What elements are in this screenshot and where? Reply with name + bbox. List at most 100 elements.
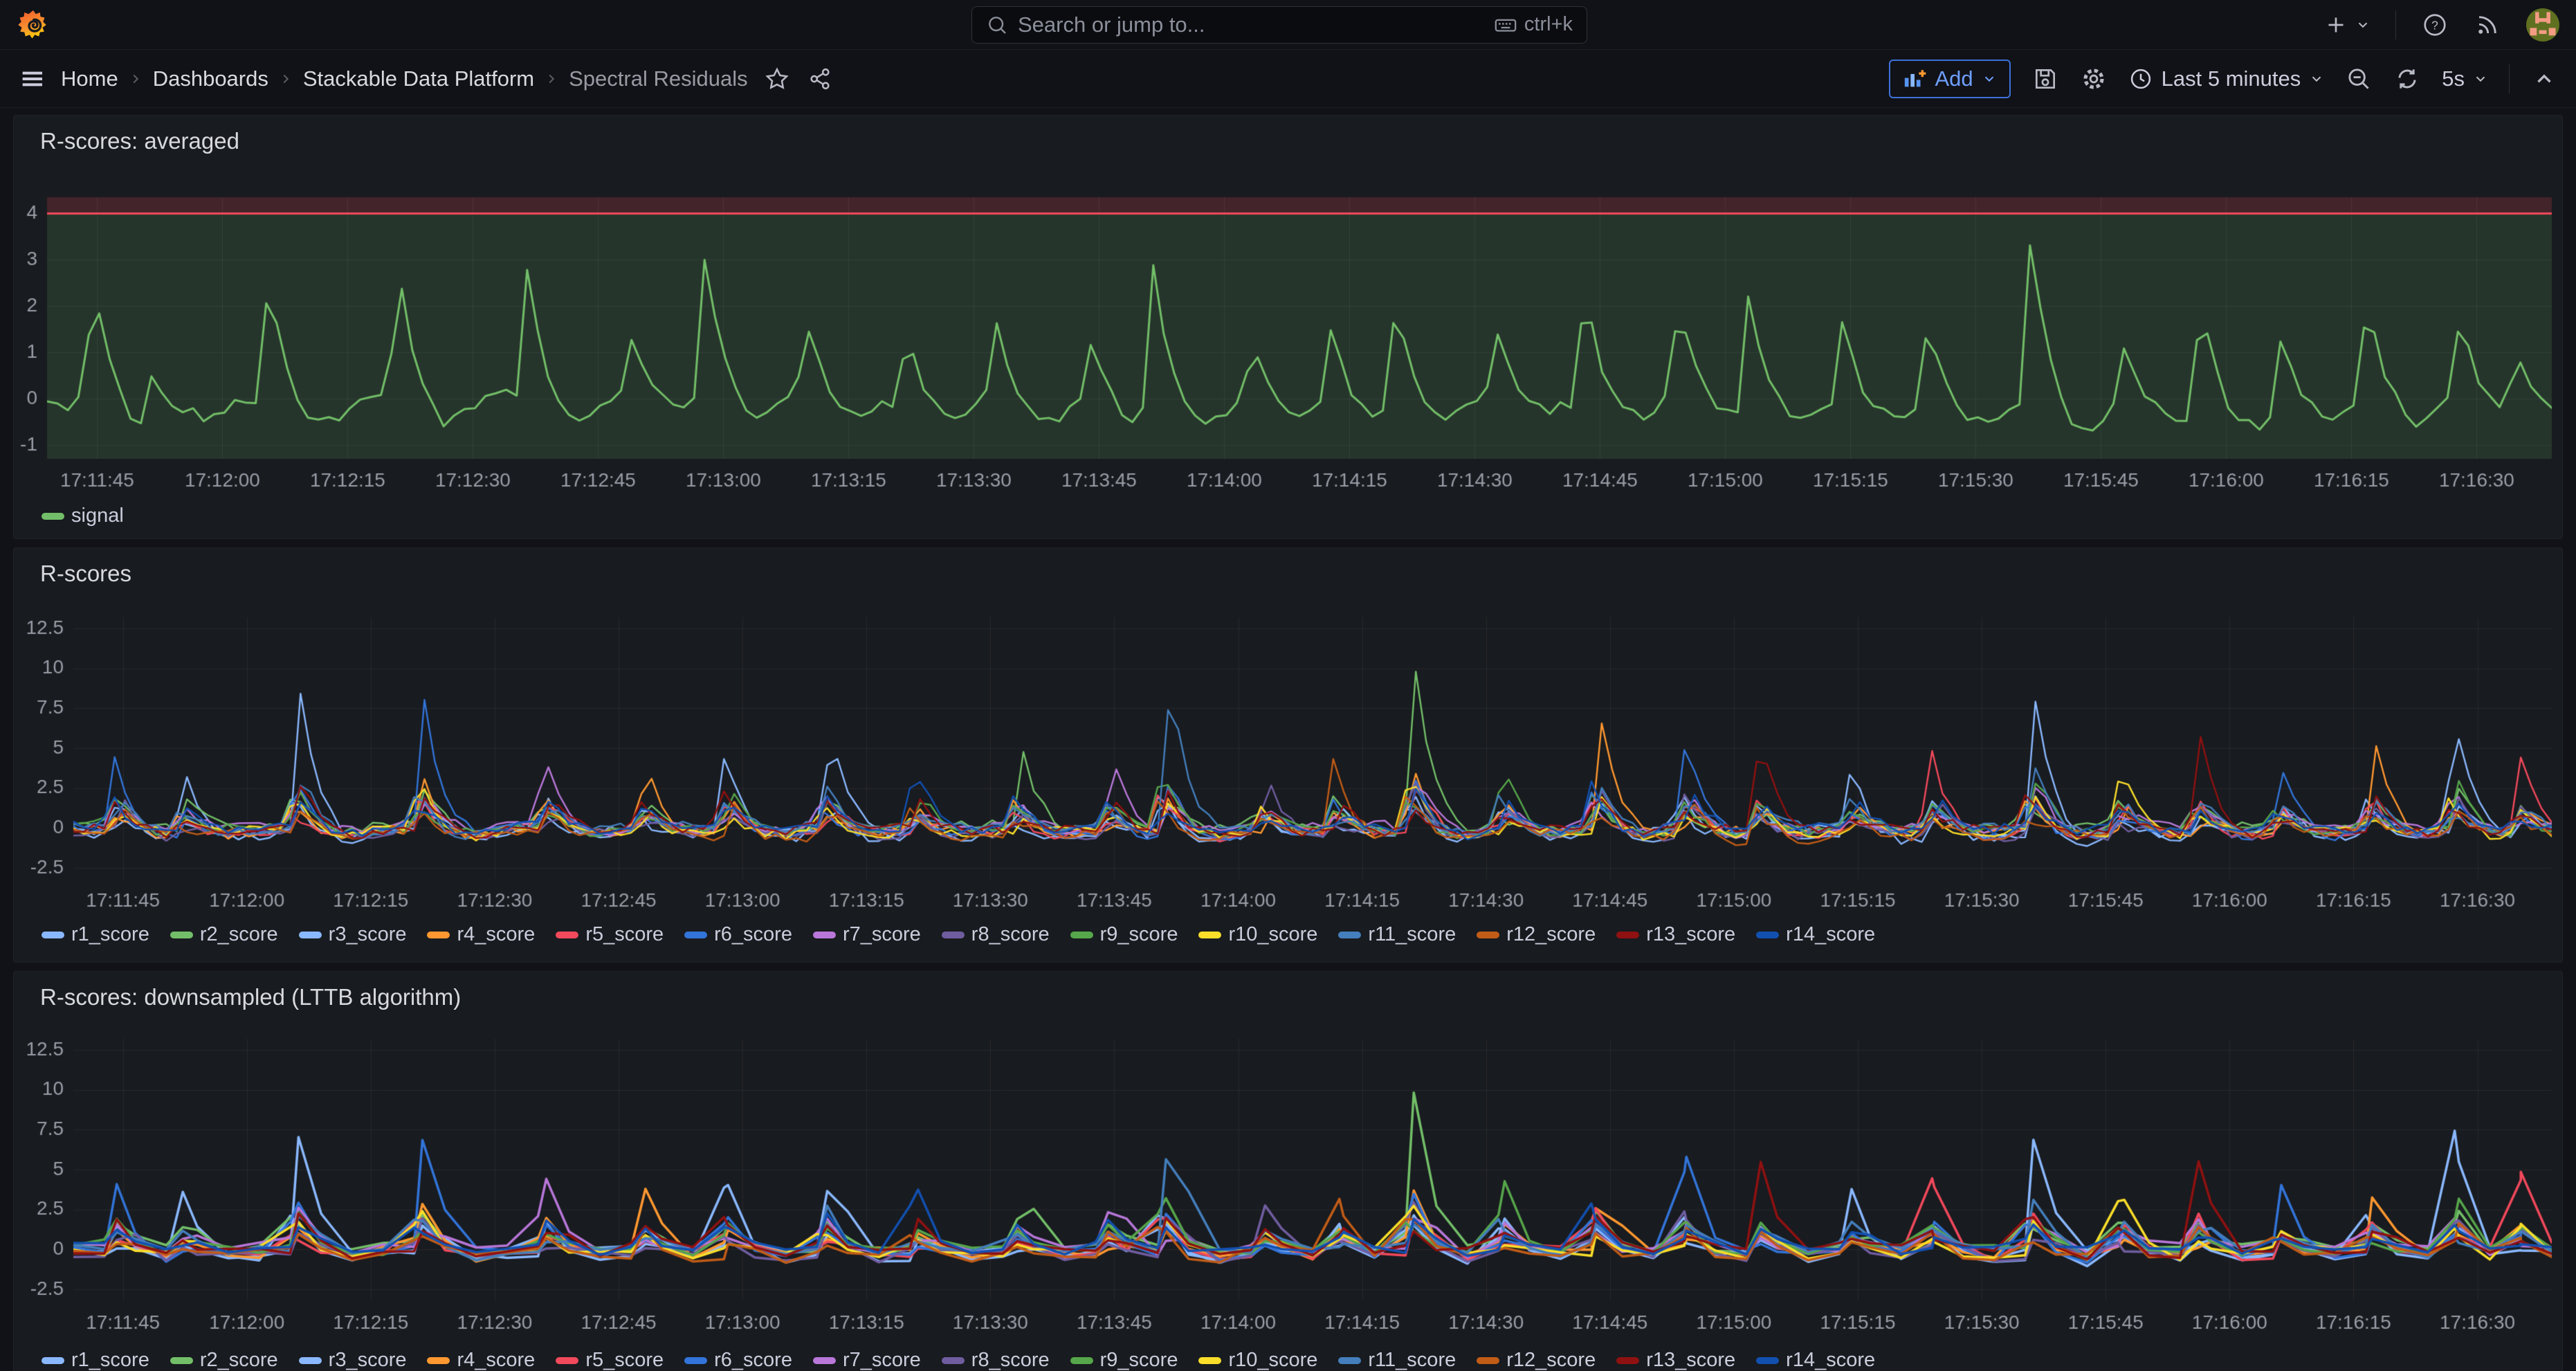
legend-item[interactable]: r14_score (1756, 1349, 1875, 1371)
legend-swatch (42, 513, 64, 520)
grafana-logo[interactable] (17, 8, 50, 42)
chart-canvas[interactable] (14, 972, 2562, 1371)
plus-icon (2322, 11, 2350, 39)
legend-item[interactable]: r9_score (1070, 923, 1178, 946)
chevron-right-icon (128, 71, 143, 87)
chevron-down-icon (2309, 71, 2324, 87)
chart-canvas[interactable] (14, 548, 2562, 963)
legend-label: r5_score (585, 1349, 664, 1371)
legend-item[interactable]: r1_score (42, 1349, 149, 1371)
time-range-picker[interactable]: Last 5 minutes (2128, 66, 2325, 91)
legend-swatch (299, 1357, 322, 1364)
search-placeholder: Search or jump to... (1018, 12, 1484, 37)
panel-title[interactable]: R-scores: averaged (40, 128, 239, 154)
legend-item[interactable]: r4_score (427, 1349, 535, 1371)
legend-item[interactable]: r5_score (556, 1349, 664, 1371)
legend-item[interactable]: r6_score (684, 923, 792, 946)
legend-item[interactable]: r3_score (299, 923, 407, 946)
panel-title[interactable]: R-scores: downsampled (LTTB algorithm) (40, 984, 461, 1010)
svg-text:?: ? (2431, 18, 2438, 32)
legend-item[interactable]: r10_score (1198, 1349, 1317, 1371)
legend-item[interactable]: r10_score (1198, 923, 1317, 946)
legend-item[interactable]: r1_score (42, 923, 149, 946)
legend-item[interactable]: r7_score (813, 923, 921, 946)
clock-icon (2128, 66, 2153, 91)
legend-swatch (1616, 932, 1639, 938)
legend-swatch (813, 1357, 836, 1364)
legend-item[interactable]: r7_score (813, 1349, 921, 1371)
zoom-out-button[interactable] (2345, 65, 2373, 93)
refresh-button[interactable] (2393, 65, 2421, 93)
legend-item[interactable]: r12_score (1477, 1349, 1596, 1371)
legend-item[interactable]: r12_score (1477, 923, 1596, 946)
favorite-star-button[interactable] (763, 65, 791, 93)
legend-label: r12_score (1506, 923, 1596, 946)
new-menu-button[interactable] (2322, 11, 2371, 39)
legend-item[interactable]: r13_score (1616, 1349, 1735, 1371)
share-button[interactable] (806, 65, 834, 93)
legend-swatch (1756, 1357, 1779, 1364)
chart-canvas[interactable] (14, 116, 2562, 540)
legend-item[interactable]: r14_score (1756, 923, 1875, 946)
legend-item[interactable]: r5_score (556, 923, 664, 946)
chevron-down-icon (1982, 71, 1997, 87)
legend-swatch (684, 932, 707, 938)
refresh-interval-picker[interactable]: 5s (2442, 66, 2488, 91)
legend-label: r2_score (200, 1349, 278, 1371)
save-dashboard-button[interactable] (2031, 65, 2059, 93)
legend-label: r1_score (71, 923, 149, 946)
legend-swatch (1756, 932, 1779, 938)
legend-label: r2_score (200, 923, 278, 946)
legend-item[interactable]: r8_score (942, 923, 1050, 946)
legend-label: r7_score (843, 923, 921, 946)
legend-item[interactable]: r8_score (942, 1349, 1050, 1371)
legend-item[interactable]: r2_score (170, 1349, 278, 1371)
legend-swatch (1477, 1357, 1499, 1364)
search-shortcut: ctrl+k (1494, 13, 1573, 37)
legend-item[interactable]: r3_score (299, 1349, 407, 1371)
legend: r1_score r2_score r3_score r4_score r5_score… (42, 1349, 1875, 1371)
legend-label: r14_score (1786, 1349, 1875, 1371)
breadcrumb-folder[interactable]: Stackable Data Platform (303, 66, 534, 91)
breadcrumb-home[interactable]: Home (61, 66, 118, 91)
legend-label: r8_score (971, 1349, 1050, 1371)
legend-swatch (1338, 932, 1361, 938)
legend-swatch (170, 932, 193, 938)
panel-rscores-averaged: R-scores: averaged signal (13, 115, 2563, 539)
news-rss-button[interactable] (2474, 11, 2501, 39)
legend-label: r11_score (1368, 1349, 1456, 1371)
legend-label: r3_score (329, 1349, 407, 1371)
legend-label: r14_score (1786, 923, 1875, 946)
add-panel-button[interactable]: Add (1889, 60, 2010, 98)
search-input[interactable]: Search or jump to... ctrl+k (971, 6, 1587, 44)
legend-label: r3_score (329, 923, 407, 946)
chevron-down-icon (2473, 71, 2488, 87)
collapse-chevron-up-button[interactable] (2530, 65, 2558, 93)
breadcrumb-dashboards[interactable]: Dashboards (153, 66, 268, 91)
help-button[interactable]: ? (2421, 11, 2449, 39)
user-avatar[interactable] (2526, 8, 2559, 42)
legend-item[interactable]: r13_score (1616, 923, 1735, 946)
legend-item[interactable]: r11_score (1338, 1349, 1456, 1371)
legend-swatch (1198, 1357, 1221, 1364)
legend-item[interactable]: r4_score (427, 923, 535, 946)
legend-item[interactable]: r9_score (1070, 1349, 1178, 1371)
legend-label: r7_score (843, 1349, 921, 1371)
legend-item[interactable]: r6_score (684, 1349, 792, 1371)
legend-swatch (1198, 932, 1221, 938)
hamburger-menu-button[interactable] (18, 65, 46, 93)
keyboard-icon (1494, 13, 1517, 37)
panel-rscores-downsampled: R-scores: downsampled (LTTB algorithm) r… (13, 971, 2563, 1371)
legend-swatch (1070, 1357, 1093, 1364)
search-icon (986, 14, 1008, 36)
dashboard-settings-button[interactable] (2080, 65, 2108, 93)
dashboard-toolbar: Home Dashboards Stackable Data Platform … (0, 50, 2576, 108)
panel-title[interactable]: R-scores (40, 561, 131, 587)
chevron-right-icon (278, 71, 293, 87)
legend-swatch (942, 1357, 965, 1364)
legend-item[interactable]: signal (42, 505, 124, 527)
legend-item[interactable]: r11_score (1338, 923, 1456, 946)
legend-item[interactable]: r2_score (170, 923, 278, 946)
legend-swatch (684, 1357, 707, 1364)
graph-bar-plus-icon (1903, 67, 1926, 91)
